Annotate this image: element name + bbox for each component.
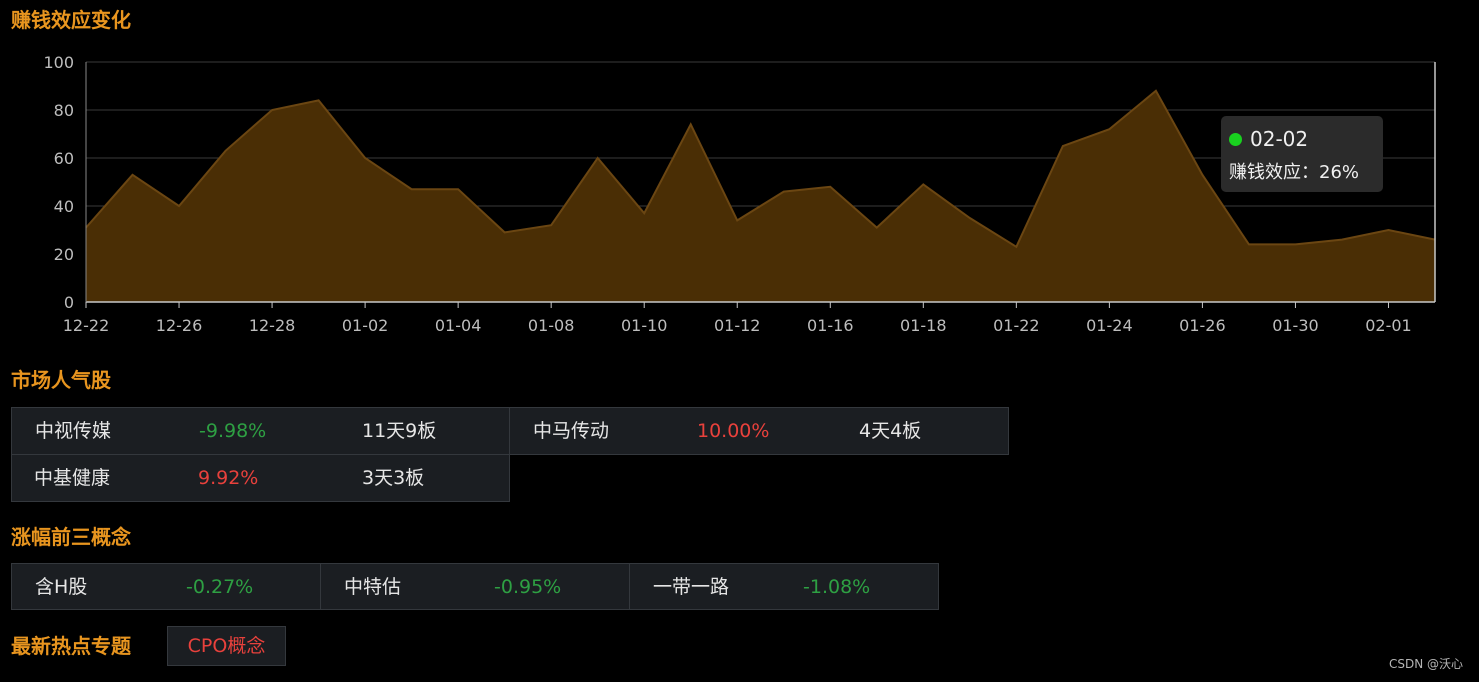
x-tick-label: 01-08 (528, 316, 575, 335)
x-tick-label: 12-22 (63, 316, 110, 335)
hot-topic-section-title: 最新热点专题 (11, 634, 131, 658)
x-tick-label: 01-30 (1272, 316, 1319, 335)
concept-name: 一带一路 (653, 576, 730, 598)
stock-boards: 11天9板 (362, 420, 437, 442)
x-tick-label: 01-10 (621, 316, 668, 335)
concept-name: 中特估 (344, 576, 402, 598)
x-tick-label: 02-01 (1365, 316, 1412, 335)
stock-boards: 3天3板 (362, 467, 425, 489)
y-tick-label: 80 (54, 101, 74, 120)
x-tick-label: 01-16 (807, 316, 854, 335)
stock-name: 中基健康 (34, 467, 111, 489)
hot-topic-tag[interactable]: CPO概念 (167, 626, 286, 666)
concept-cell[interactable]: 一带一路 -1.08% (629, 563, 939, 610)
concept-cell[interactable]: 含H股 -0.27% (11, 563, 321, 610)
tooltip-value: 26% (1319, 162, 1360, 183)
concept-name: 含H股 (35, 576, 88, 598)
y-tick-label: 60 (54, 149, 74, 168)
y-tick-label: 0 (64, 293, 74, 312)
stock-change: -9.98% (199, 420, 267, 442)
x-tick-label: 01-24 (1086, 316, 1133, 335)
x-tick-label: 12-26 (156, 316, 203, 335)
x-tick-label: 01-04 (435, 316, 482, 335)
x-tick-label: 01-18 (900, 316, 947, 335)
concept-change: -1.08% (803, 576, 871, 598)
stock-name: 中视传媒 (35, 420, 112, 442)
stock-change: 10.00% (697, 420, 770, 442)
x-tick-label: 01-22 (993, 316, 1040, 335)
stock-cell[interactable]: 中基健康 9.92% 3天3板 (11, 454, 510, 502)
watermark: CSDN @沃心 (1388, 657, 1463, 671)
x-tick-label: 01-02 (342, 316, 389, 335)
series-dot-icon (1229, 132, 1242, 146)
x-tick-label: 01-26 (1179, 316, 1226, 335)
y-tick-label: 20 (54, 245, 74, 264)
concept-change: -0.27% (186, 576, 254, 598)
tooltip-label: 赚钱效应： (1229, 162, 1319, 183)
stock-cell[interactable]: 中马传动 10.00% 4天4板 (509, 407, 1009, 455)
y-tick-label: 100 (43, 53, 74, 72)
x-tick-label: 12-28 (249, 316, 296, 335)
x-tick-label: 01-12 (714, 316, 761, 335)
stock-cell[interactable]: 中视传媒 -9.98% 11天9板 (11, 407, 510, 455)
stock-change: 9.92% (198, 467, 259, 489)
chart-tooltip: 02-02 赚钱效应：26% (1221, 116, 1383, 192)
concepts-section-title: 涨幅前三概念 (11, 525, 131, 549)
stock-name: 中马传动 (533, 420, 610, 442)
stock-boards: 4天4板 (859, 420, 922, 442)
concept-change: -0.95% (494, 576, 562, 598)
y-tick-label: 40 (54, 197, 74, 216)
tooltip-date: 02-02 (1250, 127, 1309, 151)
concept-cell[interactable]: 中特估 -0.95% (320, 563, 630, 610)
popular-section-title: 市场人气股 (11, 368, 111, 392)
